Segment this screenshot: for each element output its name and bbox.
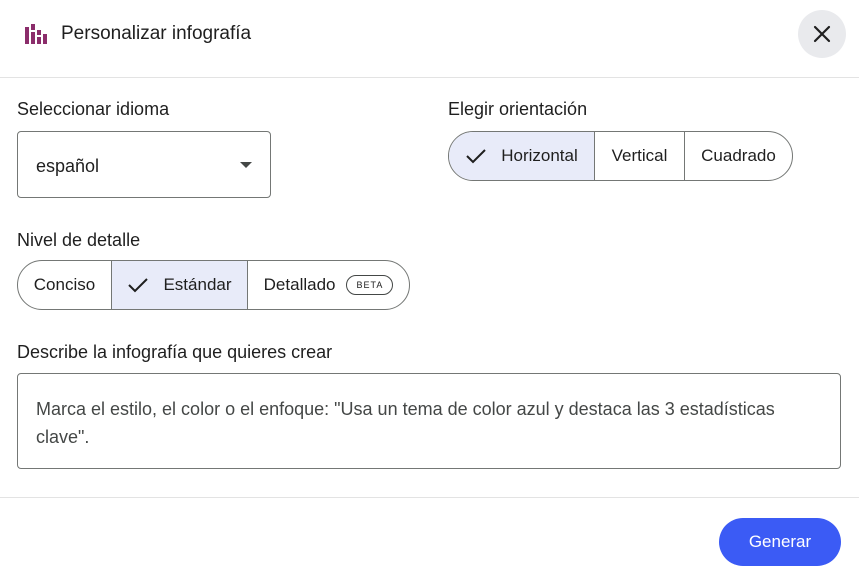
generate-button[interactable]: Generar [719,518,841,566]
check-icon [466,149,486,164]
detail-option-label: Estándar [163,275,232,294]
dialog-header: Personalizar infografía [0,0,859,78]
orientation-option-label: Cuadrado [701,146,776,165]
close-button[interactable] [798,10,846,58]
detail-option-detailed[interactable]: Detallado BETA [248,261,409,309]
description-placeholder: Marca el estilo, el color o el enfoque: … [36,399,775,447]
detail-option-label: Conciso [33,275,96,294]
generate-button-label: Generar [748,532,812,551]
language-select[interactable]: español [17,131,271,198]
language-label: Seleccionar idioma [17,99,170,119]
orientation-segmented-control: Horizontal Vertical Cuadrado [448,131,793,181]
dropdown-caret-icon [240,162,252,168]
language-selected-value: español [36,156,100,176]
orientation-option-vertical[interactable]: Vertical [595,132,685,180]
beta-badge: BETA [346,275,394,295]
orientation-option-horizontal[interactable]: Horizontal [449,132,595,180]
dialog-title: Personalizar infografía [61,23,252,44]
detail-segmented-control: Conciso Estándar Detallado BETA [17,260,410,310]
detail-option-standard[interactable]: Estándar [112,261,248,309]
description-label: Describe la infografía que quieres crear [17,342,333,362]
description-textarea[interactable]: Marca el estilo, el color o el enfoque: … [17,373,841,469]
orientation-option-square[interactable]: Cuadrado [685,132,792,180]
footer-divider [0,497,859,498]
orientation-option-label: Vertical [611,146,668,165]
close-icon [813,25,831,43]
orientation-label: Elegir orientación [448,99,588,119]
detail-option-label: Detallado [263,275,336,294]
orientation-option-label: Horizontal [501,146,578,165]
detail-option-concise[interactable]: Conciso [18,261,112,309]
detail-label: Nivel de detalle [17,230,141,250]
infographic-icon [25,24,47,44]
check-icon [128,278,149,293]
